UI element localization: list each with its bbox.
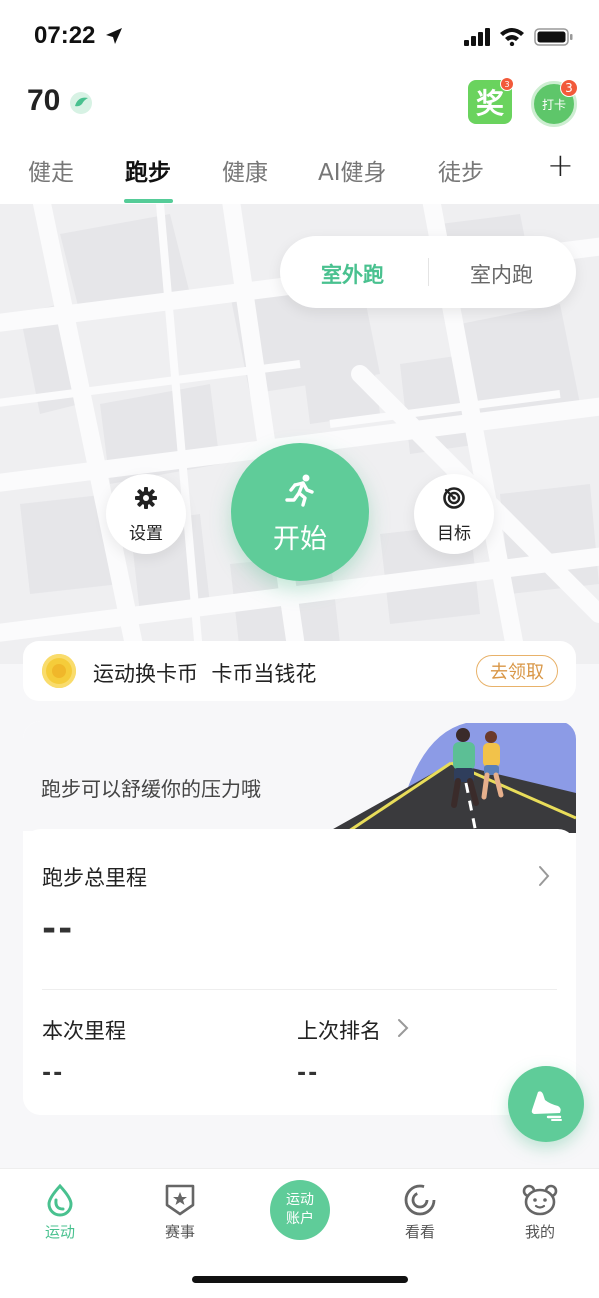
start-label: 开始 [273, 524, 327, 555]
total-distance-title[interactable]: 跑步总里程 [42, 862, 147, 892]
settings-label: 设置 [129, 524, 163, 544]
drop-icon [47, 1183, 73, 1217]
mode-divider [428, 258, 429, 286]
runners-illustration [326, 723, 576, 833]
nav-label-mine: 我的 [524, 1223, 555, 1241]
rank-chevron-right-icon[interactable] [397, 1018, 409, 1038]
center-line-1: 运动 [286, 1192, 314, 1208]
add-tab-icon[interactable]: + [547, 146, 574, 184]
indoor-run-option[interactable]: 室内跑 [470, 259, 533, 289]
bear-face-icon [522, 1184, 558, 1216]
outdoor-run-option[interactable]: 室外跑 [321, 259, 384, 289]
nav-item-watch[interactable]: 看看 [380, 1183, 460, 1242]
gear-icon [135, 487, 157, 509]
claim-button[interactable]: 去领取 [476, 655, 558, 687]
coin-icon [42, 654, 76, 688]
running-shoe-icon [531, 1091, 562, 1121]
card-hero: 跑步可以舒缓你的压力哦 [23, 721, 576, 833]
tab-health[interactable]: 健康 [222, 153, 268, 187]
nav-item-mine[interactable]: 我的 [500, 1183, 580, 1242]
top-header: 70 奖 3 打卡 3 [0, 72, 599, 132]
medal-badge-icon [165, 1184, 195, 1216]
claim-label: 去领取 [490, 662, 544, 683]
runner-icon [285, 474, 314, 507]
nav-item-events[interactable]: 赛事 [140, 1183, 220, 1242]
start-button[interactable]: 开始 [231, 443, 369, 581]
card-body: 跑步总里程 -- 本次里程 -- 上次排名 -- [23, 829, 576, 1115]
chevron-right-icon[interactable] [537, 865, 551, 887]
score-value: 70 [27, 84, 61, 117]
checkin-badge: 3 [560, 79, 578, 97]
nav-label-events: 赛事 [164, 1223, 195, 1241]
sport-account-button[interactable]: 运动 账户 [270, 1180, 330, 1240]
tab-hiking[interactable]: 徒步 [438, 153, 484, 187]
shoe-fab-button[interactable] [508, 1066, 584, 1142]
nav-label-watch: 看看 [404, 1223, 435, 1241]
current-distance-title: 本次里程 [42, 1019, 126, 1043]
status-time: 07:22 [34, 22, 96, 49]
run-stats-card: 跑步可以舒缓你的压力哦 跑步总里程 -- 本次里程 -- 上次排名 -- [23, 721, 576, 1115]
total-distance-value: -- [42, 909, 75, 949]
goal-button[interactable]: 目标 [414, 474, 494, 554]
sport-tabs: 健走 跑步 健康 AI健身 徒步 + [0, 132, 599, 204]
status-bar: 07:22 [0, 0, 599, 72]
cellular-signal-icon [464, 28, 490, 46]
run-mode-switch: 室外跑 室内跑 [280, 236, 576, 308]
tab-run[interactable]: 跑步 [125, 153, 171, 187]
last-rank-title[interactable]: 上次排名 [297, 1015, 381, 1045]
tab-walk[interactable]: 健走 [28, 153, 74, 187]
settings-button[interactable]: 设置 [106, 474, 186, 554]
nav-item-sport[interactable]: 运动 [20, 1183, 100, 1242]
wifi-icon [500, 28, 524, 46]
coin-banner[interactable]: 运动换卡币 卡币当钱花 去领取 [23, 641, 576, 701]
goal-label: 目标 [437, 524, 471, 544]
battery-icon [534, 28, 573, 46]
current-distance-value: -- [42, 1061, 65, 1086]
swirl-icon [404, 1184, 436, 1216]
checkin-label: 打卡 [541, 97, 566, 112]
nav-label-sport: 运动 [44, 1223, 75, 1241]
hero-text: 跑步可以舒缓你的压力哦 [41, 777, 261, 801]
location-arrow-icon [106, 28, 122, 44]
leaf-coin-icon [70, 92, 92, 114]
target-icon [443, 487, 465, 509]
award-badge: 3 [500, 77, 514, 91]
center-line-2: 账户 [286, 1211, 314, 1227]
home-indicator [192, 1276, 408, 1283]
award-label: 奖 [475, 87, 504, 120]
coin-banner-text: 运动换卡币 卡币当钱花 [93, 662, 317, 686]
last-rank-value: -- [297, 1061, 320, 1086]
tab-ai-fitness[interactable]: AI健身 [318, 153, 387, 187]
card-divider [42, 989, 557, 990]
active-tab-indicator [124, 199, 173, 203]
